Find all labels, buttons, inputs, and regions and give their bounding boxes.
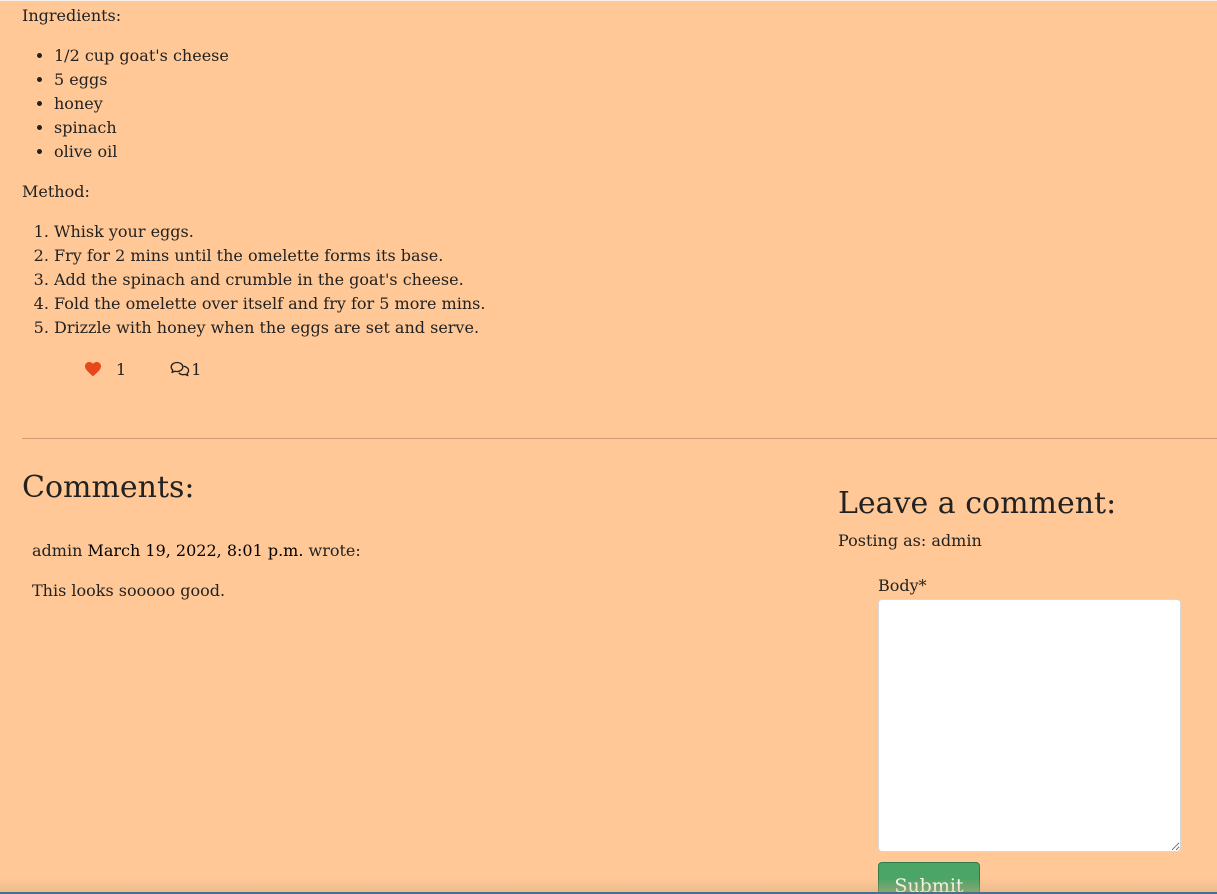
body-field-label: Body*	[878, 576, 927, 595]
comment-meta: admin March 19, 2022, 8:01 p.m. wrote:	[32, 541, 361, 561]
comment-date: March 19, 2022, 8:01 p.m.	[87, 541, 304, 560]
submit-button[interactable]: Submit	[878, 862, 980, 894]
method-label: Method:	[22, 182, 90, 201]
method-step: Fry for 2 mins until the omelette forms …	[54, 244, 485, 268]
comments-count-link[interactable]: 1	[170, 360, 201, 379]
ingredients-label: Ingredients:	[22, 6, 122, 25]
ingredient-item: spinach	[54, 116, 229, 140]
comment-body-textarea[interactable]	[878, 599, 1181, 852]
comment-count: 1	[191, 359, 202, 379]
comment-body: This looks sooooo good.	[32, 581, 226, 600]
like-count: 1	[116, 359, 127, 379]
section-divider	[22, 438, 1217, 439]
method-list: Whisk your eggs. Fry for 2 mins until th…	[22, 220, 485, 340]
method-step: Add the spinach and crumble in the goat'…	[54, 268, 485, 292]
leave-comment-heading: Leave a comment:	[838, 486, 1117, 521]
method-step: Whisk your eggs.	[54, 220, 485, 244]
comment-author: admin	[32, 541, 83, 560]
ingredient-item: olive oil	[54, 140, 229, 164]
ingredients-list: 1/2 cup goat's cheese 5 eggs honey spina…	[22, 44, 229, 164]
comment-bubbles-icon	[170, 361, 190, 377]
method-step: Fold the omelette over itself and fry fo…	[54, 292, 485, 316]
comments-heading: Comments:	[22, 470, 195, 505]
heart-icon[interactable]	[84, 361, 102, 377]
ingredient-item: 1/2 cup goat's cheese	[54, 44, 229, 68]
posting-as-text: Posting as: admin	[838, 531, 982, 550]
method-step: Drizzle with honey when the eggs are set…	[54, 316, 485, 340]
like-button[interactable]: 1	[84, 360, 126, 379]
comment-wrote: wrote:	[308, 541, 361, 560]
ingredient-item: 5 eggs	[54, 68, 229, 92]
reactions-bar: 1 1	[84, 357, 201, 381]
ingredient-item: honey	[54, 92, 229, 116]
